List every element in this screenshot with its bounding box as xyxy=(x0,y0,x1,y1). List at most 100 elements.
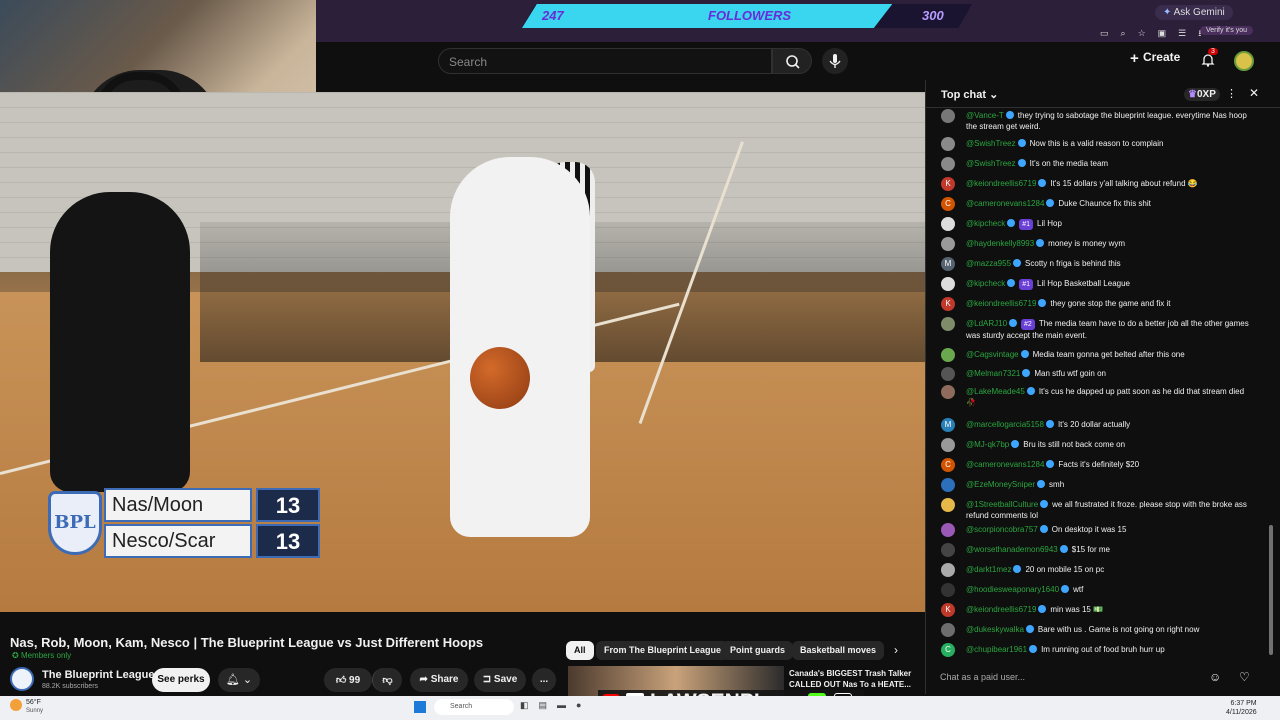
chat-avatar[interactable]: K xyxy=(941,177,955,191)
chat-avatar[interactable]: M xyxy=(941,418,955,432)
more-vert-icon[interactable]: ⋮ xyxy=(1226,87,1237,100)
chip-point-guards[interactable]: Point guards xyxy=(722,641,794,660)
chat-avatar[interactable] xyxy=(941,623,955,637)
chat-avatar[interactable] xyxy=(941,137,955,151)
browser-toolbar-icons[interactable]: ▭⌕☆▣☰⭳ xyxy=(1100,26,1213,42)
chat-avatar[interactable] xyxy=(941,523,955,537)
chat-username[interactable]: @SwishTreez xyxy=(966,139,1016,148)
chat-avatar[interactable]: K xyxy=(941,297,955,311)
chat-avatar[interactable] xyxy=(941,438,955,452)
chat-username[interactable]: @keiondreellis6719 xyxy=(966,179,1036,188)
chat-username[interactable]: @darkt1mez xyxy=(966,565,1011,574)
chat-username[interactable]: @marcellogarcia5158 xyxy=(966,420,1044,429)
notifications-button[interactable]: 3 xyxy=(1200,48,1218,68)
chat-avatar[interactable] xyxy=(941,348,955,362)
chat-avatar[interactable] xyxy=(941,478,955,492)
chat-username[interactable]: @LakeMeade45 xyxy=(966,387,1025,396)
see-perks-button[interactable]: See perks xyxy=(152,668,210,692)
channel-avatar[interactable] xyxy=(10,667,34,691)
chat-username[interactable]: @keiondreellis6719 xyxy=(966,605,1036,614)
zoom-icon[interactable]: ⌕ xyxy=(1121,28,1138,38)
chat-username[interactable]: @LdARJ10 xyxy=(966,319,1007,328)
save-button[interactable]: ⊐ Save xyxy=(474,668,526,692)
chat-username[interactable]: @Cagsvintage xyxy=(966,350,1019,359)
bookmark-icon[interactable]: ☆ xyxy=(1138,28,1158,38)
ask-gemini-label: Ask Gemini xyxy=(1173,7,1225,18)
chat-username[interactable]: @haydenkelly8993 xyxy=(966,239,1034,248)
close-icon[interactable]: ✕ xyxy=(1249,86,1259,100)
menu-icon[interactable]: ☰ xyxy=(1178,28,1198,38)
chat-input[interactable]: Chat as a paid user... xyxy=(940,666,1210,688)
xp-badge[interactable]: ♛0XP xyxy=(1184,88,1220,101)
more-actions-button[interactable]: ... xyxy=(532,668,556,692)
heart-icon[interactable]: ♡ xyxy=(1239,670,1250,684)
voice-search-button[interactable] xyxy=(822,48,848,74)
chat-username[interactable]: @1StreetballCulture xyxy=(966,500,1038,509)
chat-username[interactable]: @scorpioncobra757 xyxy=(966,525,1038,534)
chip-from-channel[interactable]: From The Blueprint League xyxy=(596,641,730,660)
browser-icon[interactable]: ● xyxy=(576,700,591,710)
taskbar-app-icons[interactable]: ◧▤▬● xyxy=(520,700,591,711)
chat-avatar[interactable] xyxy=(941,543,955,557)
account-avatar[interactable] xyxy=(1234,51,1254,71)
like-button[interactable]: 👍︎ 99 xyxy=(324,668,372,692)
chat-mode-dropdown[interactable]: Top chat ⌄ xyxy=(941,88,998,101)
chevron-right-icon[interactable]: › xyxy=(894,643,898,657)
chat-username[interactable]: @kipcheck xyxy=(966,219,1005,228)
chip-basketball-moves[interactable]: Basketball moves xyxy=(792,641,885,660)
channel-name[interactable]: The Blueprint League xyxy=(42,669,154,681)
search-button[interactable] xyxy=(772,48,812,74)
chat-username[interactable]: @Vance-T xyxy=(966,111,1004,120)
dislike-button[interactable]: 👎︎ xyxy=(372,668,402,692)
widgets-icon[interactable]: ◧ xyxy=(520,700,539,710)
chat-avatar[interactable] xyxy=(941,277,955,291)
chat-avatar[interactable] xyxy=(941,157,955,171)
taskbar-search[interactable]: Search xyxy=(434,699,514,715)
task-view-icon[interactable]: ▤ xyxy=(539,700,558,710)
chat-username[interactable]: @MJ-qk7bp xyxy=(966,440,1009,449)
chat-username[interactable]: @kipcheck xyxy=(966,279,1005,288)
taskbar-clock[interactable]: 6:37 PM 4/11/2026 xyxy=(1226,699,1257,717)
chat-avatar[interactable] xyxy=(941,583,955,597)
chip-all[interactable]: All xyxy=(566,641,594,660)
tabs-icon[interactable]: ▣ xyxy=(1158,28,1179,38)
create-button[interactable]: + Create xyxy=(1130,50,1180,67)
chat-avatar[interactable]: M xyxy=(941,257,955,271)
chat-username[interactable]: @cameronevans1284 xyxy=(966,460,1044,469)
download-icon[interactable]: ⭳ xyxy=(1198,28,1213,38)
chat-username[interactable]: @dukeskywalka xyxy=(966,625,1024,634)
chat-username[interactable]: @chupibear1961 xyxy=(966,645,1027,654)
search-input[interactable]: Search xyxy=(438,48,772,74)
chat-username[interactable]: @cameronevans1284 xyxy=(966,199,1044,208)
cast-icon[interactable]: ▭ xyxy=(1100,28,1121,38)
ask-gemini-button[interactable]: ✦ Ask Gemini xyxy=(1155,5,1233,20)
chat-avatar[interactable] xyxy=(941,563,955,577)
chat-username[interactable]: @SwishTreez xyxy=(966,159,1016,168)
chat-avatar[interactable] xyxy=(941,317,955,331)
share-button[interactable]: ➦ Share xyxy=(410,668,468,692)
chat-avatar[interactable] xyxy=(941,385,955,399)
notification-settings-button[interactable]: 🔔︎ ⌄ xyxy=(218,668,260,692)
emoji-icon[interactable]: ☺ xyxy=(1209,670,1221,684)
chat-username[interactable]: @Melman7321 xyxy=(966,369,1020,378)
chat-avatar[interactable] xyxy=(941,498,955,512)
chat-avatar[interactable] xyxy=(941,217,955,231)
chat-username[interactable]: @mazza955 xyxy=(966,259,1011,268)
windows-start-icon[interactable] xyxy=(414,701,426,713)
chat-avatar[interactable]: C xyxy=(941,197,955,211)
chat-avatar[interactable] xyxy=(941,109,955,123)
chat-username[interactable]: @EzeMoneySniper xyxy=(966,480,1035,489)
verified-member-icon xyxy=(1020,350,1029,358)
chat-username[interactable]: @keiondreellis6719 xyxy=(966,299,1036,308)
chat-avatar[interactable]: C xyxy=(941,458,955,472)
chat-avatar[interactable] xyxy=(941,367,955,381)
weather-icon[interactable] xyxy=(10,699,22,711)
chat-avatar[interactable] xyxy=(941,237,955,251)
chat-username[interactable]: @worsethanademon6943 xyxy=(966,545,1058,554)
chat-username[interactable]: @hoodiesweaponary1640 xyxy=(966,585,1059,594)
recommended-video-title[interactable]: Canada's BIGGEST Trash Talker CALLED OUT… xyxy=(789,668,921,690)
chat-avatar[interactable]: K xyxy=(941,603,955,617)
chat-avatar[interactable]: C xyxy=(941,643,955,657)
file-explorer-icon[interactable]: ▬ xyxy=(557,700,576,710)
chat-scrollbar[interactable] xyxy=(1269,525,1273,655)
